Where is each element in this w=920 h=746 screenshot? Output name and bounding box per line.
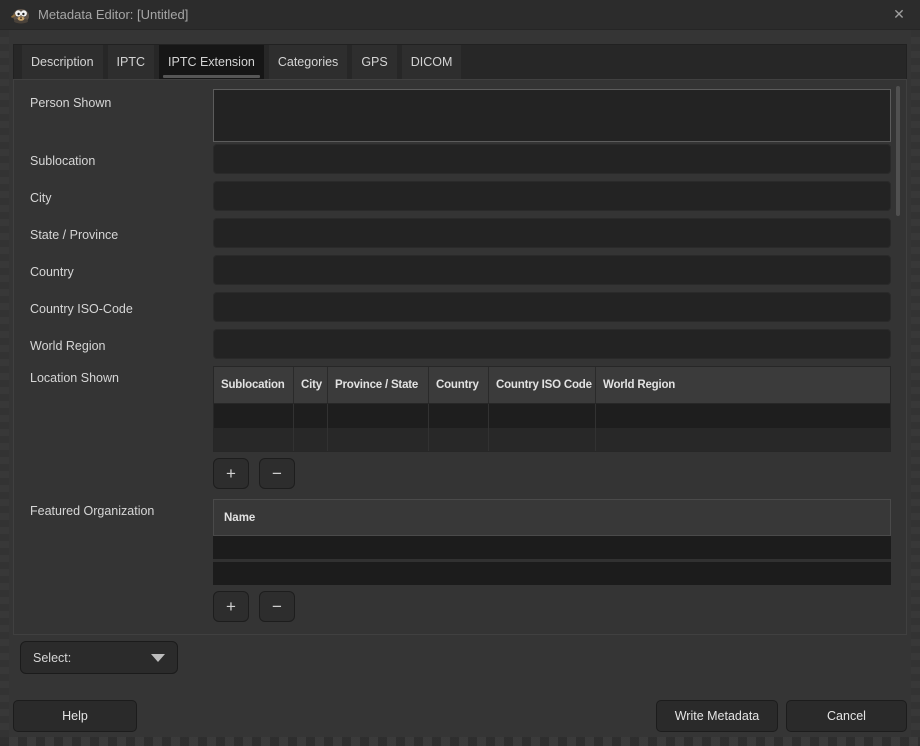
column-header-country-iso-code[interactable]: Country ISO Code [489, 367, 596, 403]
country-iso-code-input[interactable] [213, 292, 891, 322]
table-row[interactable] [213, 562, 891, 585]
location-shown-table: Sublocation City Province / State Countr… [213, 366, 891, 452]
person-shown-label: Person Shown [30, 96, 111, 110]
tab-strip: Description IPTC IPTC Extension Categori… [13, 44, 907, 79]
column-header-world-region[interactable]: World Region [596, 367, 890, 403]
select-dropdown-label: Select: [33, 651, 71, 665]
gimp-wilber-icon [10, 6, 30, 24]
location-table-header: Sublocation City Province / State Countr… [213, 366, 891, 404]
tab-dicom[interactable]: DICOM [402, 45, 462, 79]
window-edge-left [0, 30, 9, 746]
city-label: City [30, 191, 52, 205]
sublocation-input[interactable] [213, 144, 891, 174]
location-remove-button[interactable]: − [259, 458, 295, 489]
metadata-editor-dialog: Metadata Editor: [Untitled] ✕ Descriptio… [0, 0, 920, 746]
window-edge-bottom [0, 737, 920, 746]
city-input[interactable] [213, 181, 891, 211]
write-metadata-button[interactable]: Write Metadata [656, 700, 778, 732]
select-dropdown[interactable]: Select: [20, 641, 178, 674]
tab-gps[interactable]: GPS [352, 45, 396, 79]
country-input[interactable] [213, 255, 891, 285]
tab-iptc-extension[interactable]: IPTC Extension [159, 45, 264, 79]
location-shown-label: Location Shown [30, 371, 119, 385]
country-iso-code-label: Country ISO-Code [30, 302, 133, 316]
country-label: Country [30, 265, 74, 279]
titlebar[interactable]: Metadata Editor: [Untitled] ✕ [0, 0, 920, 30]
organization-remove-button[interactable]: − [259, 591, 295, 622]
table-row[interactable] [213, 428, 891, 452]
sublocation-label: Sublocation [30, 154, 95, 168]
tab-iptc[interactable]: IPTC [108, 45, 154, 79]
tab-categories[interactable]: Categories [269, 45, 347, 79]
column-header-province-state[interactable]: Province / State [328, 367, 429, 403]
organization-add-button[interactable]: + [213, 591, 249, 622]
world-region-input[interactable] [213, 329, 891, 359]
column-header-name[interactable]: Name [213, 499, 891, 536]
location-add-button[interactable]: + [213, 458, 249, 489]
cancel-button[interactable]: Cancel [786, 700, 907, 732]
chevron-down-icon [151, 654, 165, 662]
close-icon[interactable]: ✕ [888, 4, 910, 26]
table-row[interactable] [213, 404, 891, 428]
help-button[interactable]: Help [13, 700, 137, 732]
table-row[interactable] [213, 536, 891, 559]
state-province-label: State / Province [30, 228, 118, 242]
column-header-city[interactable]: City [294, 367, 328, 403]
world-region-label: World Region [30, 339, 106, 353]
vertical-scrollbar[interactable] [896, 86, 900, 216]
state-province-input[interactable] [213, 218, 891, 248]
window-title: Metadata Editor: [Untitled] [38, 7, 188, 22]
person-shown-input[interactable] [213, 89, 891, 142]
column-header-country[interactable]: Country [429, 367, 489, 403]
iptc-extension-panel: Person Shown Sublocation City State / Pr… [13, 79, 907, 635]
featured-organization-label: Featured Organization [30, 504, 154, 518]
column-header-sublocation[interactable]: Sublocation [214, 367, 294, 403]
tab-description[interactable]: Description [22, 45, 103, 79]
window-edge-right [911, 30, 920, 746]
featured-organization-table: Name [213, 499, 891, 585]
